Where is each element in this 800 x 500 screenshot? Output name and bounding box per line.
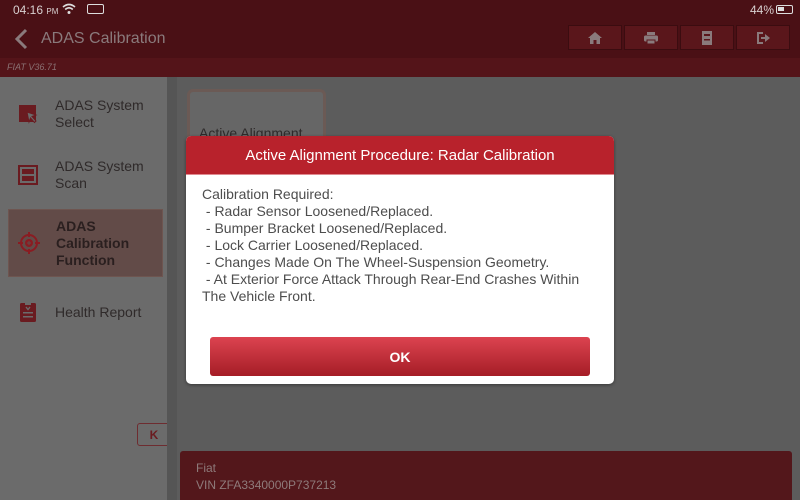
software-version: FIAT V36.71 <box>7 62 57 72</box>
dialog-line: - Changes Made On The Wheel-Suspension G… <box>202 254 550 270</box>
dialog-line: Calibration Required: <box>202 186 334 202</box>
calibration-dialog: Active Alignment Procedure: Radar Calibr… <box>186 136 614 384</box>
title-bar: ADAS Calibration <box>0 20 800 58</box>
sidebar-item-label: ADAS Calibration Function <box>56 217 130 268</box>
sidebar-item-health-report[interactable]: Health Report <box>8 297 163 327</box>
clock: 04:16 PM <box>13 3 58 17</box>
sidebar-item-adas-calibration-function[interactable]: ADAS Calibration Function <box>8 209 163 277</box>
sidebar-item-label: Health Report <box>55 303 142 320</box>
sidebar-divider <box>167 77 177 500</box>
dialog-line: - Lock Carrier Loosened/Replaced. <box>202 237 424 253</box>
home-icon <box>588 31 602 44</box>
printer-icon <box>644 31 658 44</box>
dialog-body: Calibration Required: - Radar Sensor Loo… <box>186 175 614 305</box>
dialog-line: - Bumper Bracket Loosened/Replaced. <box>202 220 448 236</box>
sidebar-item-adas-system-select[interactable]: ADAS System Select <box>8 89 163 139</box>
print-button[interactable] <box>624 25 678 50</box>
adas-document-icon <box>702 30 712 45</box>
adas-report-button[interactable] <box>680 25 734 50</box>
target-icon <box>18 232 40 254</box>
vehicle-vin: VIN ZFA3340000P737213 <box>196 478 337 492</box>
ok-button[interactable]: OK <box>210 337 590 376</box>
clipboard-health-icon <box>20 302 36 322</box>
dialog-line: - Radar Sensor Loosened/Replaced. <box>202 203 434 219</box>
sidebar-item-label: ADAS System Select <box>55 97 144 130</box>
chevron-left-icon[interactable] <box>12 28 32 50</box>
collapse-icon: K <box>149 427 159 442</box>
vci-connector-icon <box>87 4 104 14</box>
version-bar: FIAT V36.71 <box>0 58 800 77</box>
dialog-line: The Vehicle Front. <box>202 288 316 304</box>
page-title: ADAS Calibration <box>41 30 166 47</box>
dialog-title: Active Alignment Procedure: Radar Calibr… <box>245 146 555 164</box>
dialog-header: Active Alignment Procedure: Radar Calibr… <box>186 136 614 175</box>
scan-icon <box>18 165 38 185</box>
clock-suffix: PM <box>46 7 59 16</box>
wifi-icon <box>62 3 76 14</box>
vehicle-info-bar: Fiat VIN ZFA3340000P737213 <box>180 451 792 500</box>
clock-time: 04:16 <box>13 3 44 17</box>
sidebar-item-adas-system-scan[interactable]: ADAS System Scan <box>8 150 163 200</box>
exit-icon <box>757 31 770 44</box>
collapse-sidebar-button[interactable]: K <box>137 423 171 446</box>
status-bar: 04:16 PM 44% <box>0 0 800 20</box>
vehicle-make: Fiat <box>196 461 217 475</box>
sidebar-item-label: ADAS System Scan <box>55 158 144 191</box>
dialog-line: - At Exterior Force Attack Through Rear-… <box>202 271 580 287</box>
select-cursor-icon <box>19 105 38 124</box>
battery-percent: 44% <box>750 3 775 17</box>
toolbar <box>568 25 790 50</box>
home-button[interactable] <box>568 25 622 50</box>
battery-icon <box>776 5 793 14</box>
exit-button[interactable] <box>736 25 790 50</box>
